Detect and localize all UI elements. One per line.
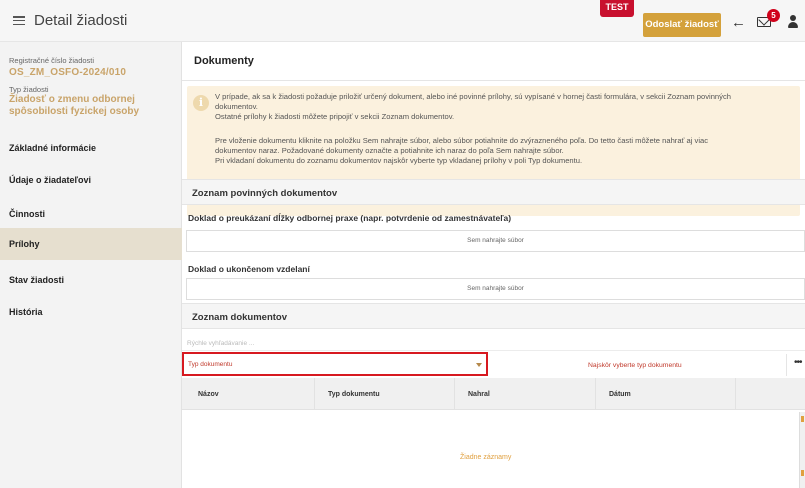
info-line: Ostatné prílohy k žiadosti môžete pripoj… (215, 112, 455, 121)
empty-table-message: Žiadne záznamy (460, 454, 512, 461)
sidebar: Registračné číslo žiadosti OS_ZM_OSFO-20… (0, 42, 182, 488)
scrollbar-marker (801, 470, 804, 476)
info-line: V prípade, ak sa k žiadosti požaduje pri… (215, 92, 731, 101)
request-type-label: Typ žiadosti (9, 85, 49, 94)
info-line: dokumentov naraz. Požadované dokumenty o… (215, 146, 564, 155)
quick-search-input[interactable]: Rýchle vyhľadávanie ... (187, 340, 254, 347)
column-header-uploaded-by[interactable]: Nahral (468, 391, 490, 398)
divider (314, 378, 315, 410)
scrollbar[interactable] (799, 412, 805, 488)
upload-dropzone[interactable]: Sem nahrajte súbor (186, 278, 805, 300)
required-doc-title: Doklad o ukončenom vzdelaní (188, 264, 310, 274)
document-type-placeholder: Typ dokumentu (188, 361, 233, 368)
info-line: dokumentov. (215, 102, 258, 111)
required-docs-header: Zoznam povinných dokumentov (182, 179, 805, 205)
document-type-select[interactable]: Typ dokumentu (182, 352, 488, 376)
column-header-name[interactable]: Názov (198, 391, 219, 398)
documents-title: Zoznam dokumentov (192, 312, 288, 323)
sidebar-item-history[interactable]: História (0, 296, 182, 328)
sidebar-item-basic-info[interactable]: Základné informácie (0, 132, 182, 164)
required-doc-title: Doklad o preukázaní dĺžky odbornej praxe… (188, 213, 512, 223)
page-title: Detail žiadosti (34, 12, 128, 29)
sidebar-item-status[interactable]: Stav žiadosti (0, 264, 182, 296)
user-icon[interactable] (788, 15, 798, 29)
top-bar: Detail žiadosti TEST Odoslať žiadosť ← 5 (0, 0, 805, 42)
divider (182, 80, 805, 81)
documents-header: Zoznam dokumentov (182, 303, 805, 329)
table-header: Názov Typ dokumentu Nahral Dátum (182, 378, 805, 410)
reg-number-value: OS_ZM_OSFO-2024/010 (9, 67, 127, 78)
divider (786, 354, 787, 376)
column-header-date[interactable]: Dátum (609, 391, 631, 398)
sidebar-item-attachments[interactable]: Prílohy (0, 228, 182, 260)
back-arrow-icon[interactable]: ← (731, 15, 746, 30)
chevron-down-icon (476, 363, 482, 367)
main-content: Dokumenty i V prípade, ak sa k žiadosti … (182, 42, 805, 488)
send-request-button[interactable]: Odoslať žiadosť (643, 13, 721, 37)
required-docs-title: Zoznam povinných dokumentov (192, 188, 338, 199)
scrollbar-marker (801, 416, 804, 422)
sidebar-item-applicant[interactable]: Údaje o žiadateľovi (0, 164, 182, 196)
more-options-icon[interactable]: ••• (794, 357, 802, 368)
column-header-type[interactable]: Typ dokumentu (328, 391, 380, 398)
notification-badge: 5 (767, 9, 780, 22)
divider (454, 378, 455, 410)
divider (182, 350, 805, 351)
info-line: Pre vloženie dokumentu kliknite na polož… (215, 136, 709, 145)
type-warning: Najskôr vyberte typ dokumentu (588, 362, 682, 369)
upload-dropzone[interactable]: Sem nahrajte súbor (186, 230, 805, 252)
info-line: Pri vkladaní dokumentu do zoznamu dokume… (215, 156, 583, 165)
info-icon: i (193, 95, 209, 111)
section-heading: Dokumenty (194, 55, 254, 67)
sidebar-item-activities[interactable]: Činnosti (0, 198, 182, 230)
divider (595, 378, 596, 410)
menu-icon[interactable] (13, 16, 25, 26)
divider (735, 378, 736, 410)
env-badge: TEST (600, 0, 634, 17)
reg-number-label: Registračné číslo žiadosti (9, 56, 95, 65)
request-type-value: Žiadosť o zmenu odbornej spôsobilosti fy… (9, 94, 140, 117)
